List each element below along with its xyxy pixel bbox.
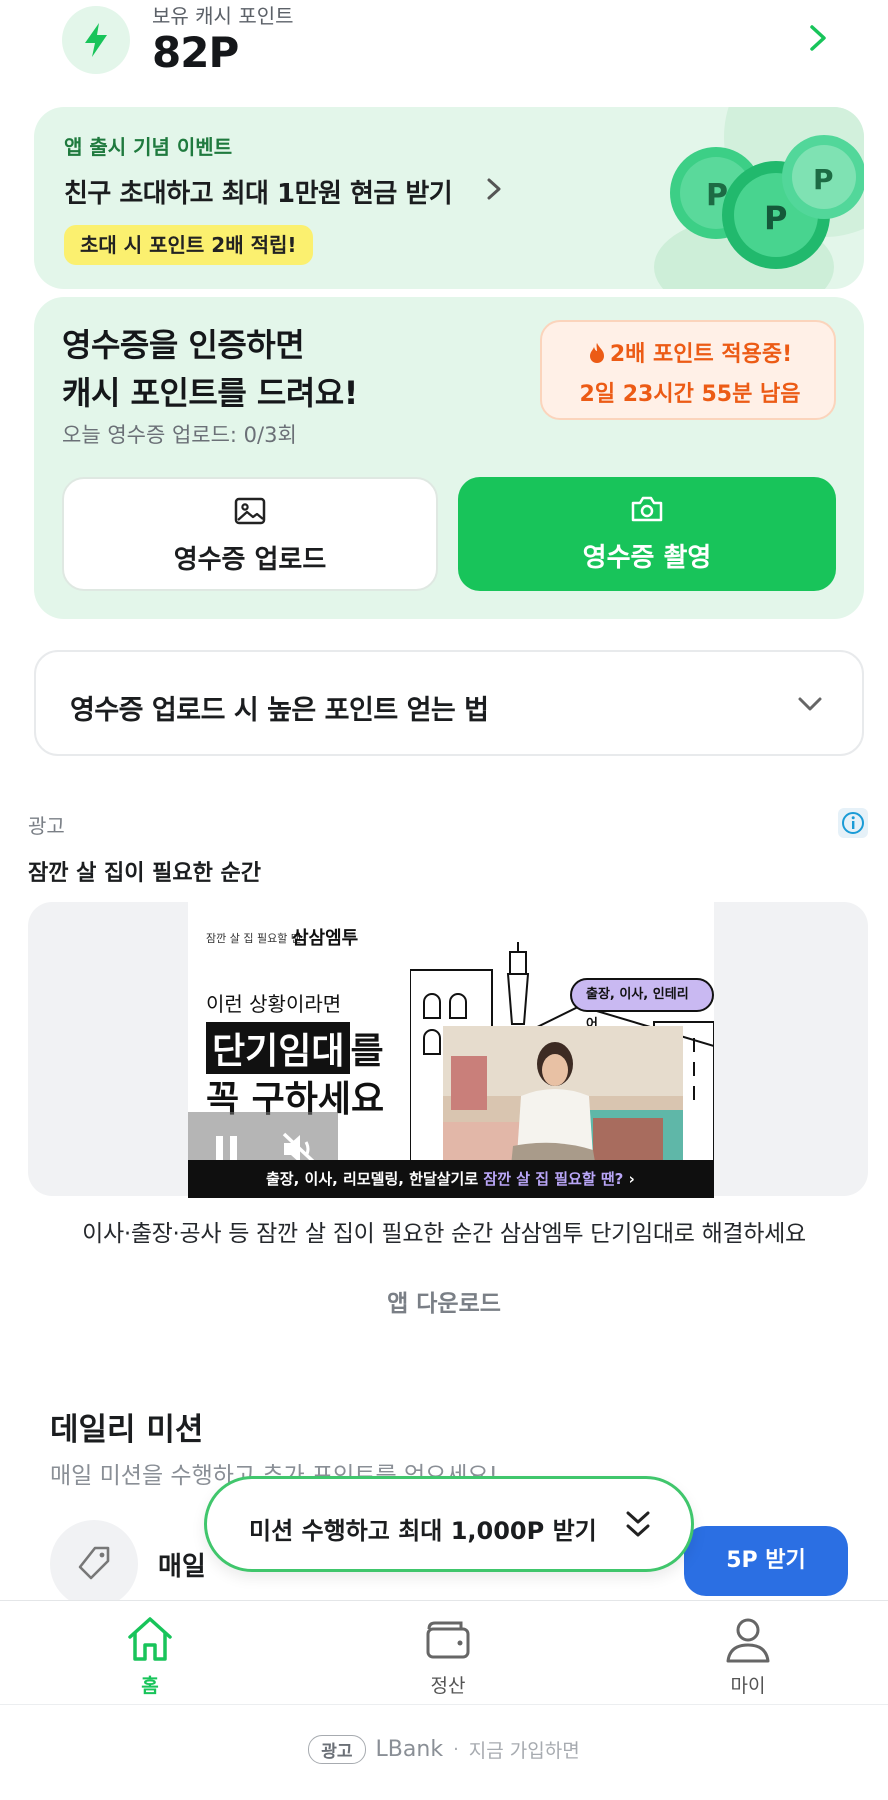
shoot-receipt-button[interactable]: 영수증 촬영: [458, 477, 836, 591]
ad-label: 광고: [28, 814, 65, 838]
bottom-ad-content: 광고 LBank · 지금 가입하면: [0, 1735, 888, 1764]
tab-home[interactable]: 홈: [90, 1601, 210, 1705]
wallet-icon: [388, 1615, 508, 1665]
chevron-right-icon[interactable]: [800, 20, 836, 56]
bottom-tab-bar: 홈 정산 마이: [0, 1600, 888, 1704]
promo-line1: 2배 포인트 적용중!: [542, 336, 838, 368]
tab-settlement-label: 정산: [430, 1675, 466, 1697]
promo-line1-text: 2배 포인트 적용중!: [609, 342, 793, 367]
ad-brand: 삼삼엠투: [292, 928, 359, 949]
bottom-ad-separator: ·: [453, 1739, 459, 1760]
home-icon: [90, 1615, 210, 1665]
shoot-receipt-label: 영수증 촬영: [582, 543, 712, 573]
tab-settlement[interactable]: 정산: [388, 1601, 508, 1705]
receipt-title: 영수증을 인증하면 캐시 포인트를 드려요!: [62, 321, 358, 417]
bottom-ad-brand: LBank: [375, 1737, 444, 1762]
upload-receipt-button[interactable]: 영수증 업로드: [62, 477, 438, 591]
tag-icon: [50, 1520, 138, 1608]
daily-mission-title: 데일리 미션: [50, 1412, 204, 1448]
tips-accordion[interactable]: 영수증 업로드 시 높은 포인트 얻는 법: [34, 650, 864, 756]
chevron-down-icon: [794, 688, 826, 720]
ad-video[interactable]: 잠깐 살 집 필요할 땐 삼삼엠투 이런 상황이라면 단기임대 를 꼭 구하세요 …: [188, 902, 714, 1198]
image-icon: [64, 497, 436, 529]
bottom-ad-text: 지금 가입하면: [468, 1740, 580, 1762]
ad-caption-highlight: 잠깐 살 집 필요할 땐?: [483, 1170, 624, 1188]
points-value: 82P: [152, 28, 239, 77]
ad-intro: 이런 상황이라면: [206, 992, 342, 1016]
ad-headline-line1: 단기임대 를: [206, 1022, 384, 1074]
coin-letter: P: [813, 163, 834, 196]
mission-item-label: 매일: [158, 1552, 206, 1582]
promo-line2: 2일 23시간 55분 남음: [579, 382, 801, 407]
event-badge: 초대 시 포인트 2배 적립!: [64, 225, 313, 265]
ad-brand-tagline: 잠깐 살 집 필요할 땐: [206, 932, 301, 945]
tab-my-label: 마이: [730, 1675, 766, 1697]
double-chevron-down-icon: [623, 1507, 653, 1543]
receipt-card: 영수증을 인증하면 캐시 포인트를 드려요! 오늘 영수증 업로드: 0/3회 …: [34, 297, 864, 619]
coins-illustration: P P P: [594, 107, 864, 289]
event-kicker: 앱 출시 기념 이벤트: [64, 135, 233, 159]
coin-letter: P: [764, 199, 787, 237]
receipt-title-line2: 캐시 포인트를 드려요!: [62, 374, 358, 412]
ad-description: 이사·출장·공사 등 잠깐 살 집이 필요한 순간 삼삼엠투 단기임대로 해결하…: [82, 1221, 806, 1247]
receipt-title-line1: 영수증을 인증하면: [62, 326, 305, 364]
chevron-right-icon: [482, 175, 506, 203]
tips-title: 영수증 업로드 시 높은 포인트 얻는 법: [70, 695, 489, 726]
ad-headline-highlight: 단기임대: [206, 1022, 351, 1074]
ad-headline-suffix: 를: [350, 1031, 384, 1072]
camera-icon: [458, 495, 836, 527]
ad-video-caption: 출장, 이사, 리모델링, 한달살기로 잠깐 살 집 필요할 땐? ›: [188, 1160, 714, 1198]
person-icon: [688, 1615, 808, 1665]
bottom-ad-strip[interactable]: 광고 LBank · 지금 가입하면: [0, 1704, 888, 1800]
ad-headline: 잠깐 살 집이 필요한 순간: [28, 861, 262, 886]
bottom-ad-badge: 광고: [308, 1735, 366, 1764]
tab-home-label: 홈: [141, 1675, 159, 1697]
event-banner[interactable]: 앱 출시 기념 이벤트 친구 초대하고 최대 1만원 현금 받기 초대 시 포인…: [34, 107, 864, 289]
upload-receipt-label: 영수증 업로드: [173, 545, 327, 575]
points-label: 보유 캐시 포인트: [152, 4, 294, 28]
ad-download-link[interactable]: 앱 다운로드: [0, 1284, 888, 1318]
claim-5p-button[interactable]: 5P 받기: [684, 1526, 848, 1596]
info-icon[interactable]: [838, 808, 868, 838]
bolt-icon: [62, 6, 130, 74]
tab-my[interactable]: 마이: [688, 1601, 808, 1705]
chevron-right-icon: ›: [628, 1170, 635, 1188]
promo-badge: 2배 포인트 적용중! 2일 23시간 55분 남음: [540, 320, 836, 420]
event-title: 친구 초대하고 최대 1만원 현금 받기: [64, 179, 453, 209]
ad-caption-text: 출장, 이사, 리모델링, 한달살기로: [266, 1170, 484, 1188]
fire-icon: [589, 343, 604, 363]
ad-speech-bubble: 출장, 이사, 인테리어: [570, 978, 714, 1032]
mission-pill-text: 미션 수행하고 최대 1,000P 받기: [249, 1517, 597, 1545]
points-header[interactable]: 보유 캐시 포인트 82P: [0, 0, 888, 100]
mission-expand-pill[interactable]: 미션 수행하고 최대 1,000P 받기: [204, 1476, 694, 1572]
receipt-upload-count: 오늘 영수증 업로드: 0/3회: [62, 423, 297, 447]
